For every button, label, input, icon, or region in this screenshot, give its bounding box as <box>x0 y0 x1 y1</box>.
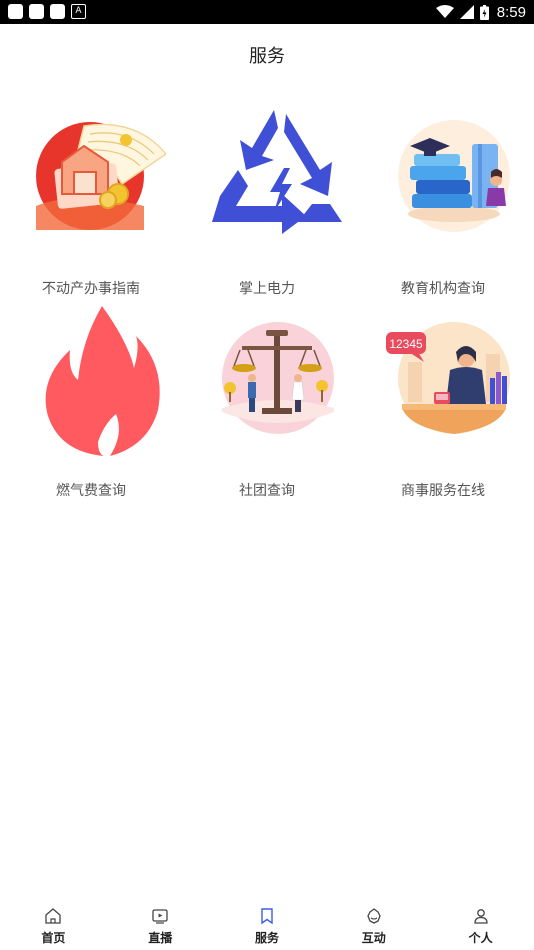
notification-icons: A <box>8 4 86 19</box>
service-association-query[interactable]: 社团查询 <box>178 312 356 512</box>
service-label: 燃气费查询 <box>56 483 126 499</box>
service-electric-power[interactable]: 掌上电力 <box>178 110 356 310</box>
hotline-badge: 12345 <box>389 337 423 351</box>
clock: 8:59 <box>496 3 526 21</box>
nav-item-service[interactable]: 服务 <box>214 900 321 950</box>
service-label: 社团查询 <box>239 483 295 499</box>
service-label: 教育机构查询 <box>401 281 485 297</box>
service-label: 商事服务在线 <box>401 483 485 499</box>
service-label: 不动产办事指南 <box>42 281 140 297</box>
service-label: 掌上电力 <box>239 281 295 297</box>
bottom-nav: 首页 直播 服务 互动 个人 <box>0 900 534 950</box>
status-bar: A 8:59 <box>0 0 534 24</box>
service-real-estate-guide[interactable]: 不动产办事指南 <box>2 110 180 310</box>
interact-icon <box>367 908 381 924</box>
electric-power-icon <box>212 110 342 234</box>
nav-item-interact[interactable]: 互动 <box>320 900 427 950</box>
service-education-query[interactable]: 教育机构查询 <box>354 110 532 310</box>
justice-scale-icon <box>222 322 334 434</box>
battery-icon <box>479 4 489 20</box>
page-title: 服务 <box>249 46 285 67</box>
home-icon <box>45 908 62 924</box>
bookmark-icon <box>261 908 273 925</box>
gas-flame-icon <box>45 306 160 456</box>
education-books-icon <box>398 120 510 232</box>
notification-icon <box>50 4 65 19</box>
signal-icon <box>459 5 474 19</box>
nav-item-live[interactable]: 直播 <box>107 900 214 950</box>
nav-item-home[interactable]: 首页 <box>0 900 107 950</box>
notification-icon <box>29 4 44 19</box>
nav-label: 互动 <box>361 931 386 945</box>
customer-service-icon: 12345 <box>386 322 510 434</box>
nav-label: 直播 <box>148 931 173 945</box>
nav-label: 首页 <box>41 931 66 945</box>
live-icon <box>152 909 168 924</box>
service-gas-fee-query[interactable]: 燃气费查询 <box>2 306 180 512</box>
nav-label: 个人 <box>468 931 493 945</box>
nav-item-profile[interactable]: 个人 <box>427 900 534 950</box>
wifi-icon <box>435 5 454 18</box>
notification-icon <box>8 4 23 19</box>
person-icon <box>473 909 488 924</box>
real-estate-icon <box>36 122 166 230</box>
notification-a-icon: A <box>71 4 86 19</box>
nav-label: 服务 <box>254 931 279 945</box>
service-business-online[interactable]: 12345 商事服务在线 <box>354 312 532 512</box>
